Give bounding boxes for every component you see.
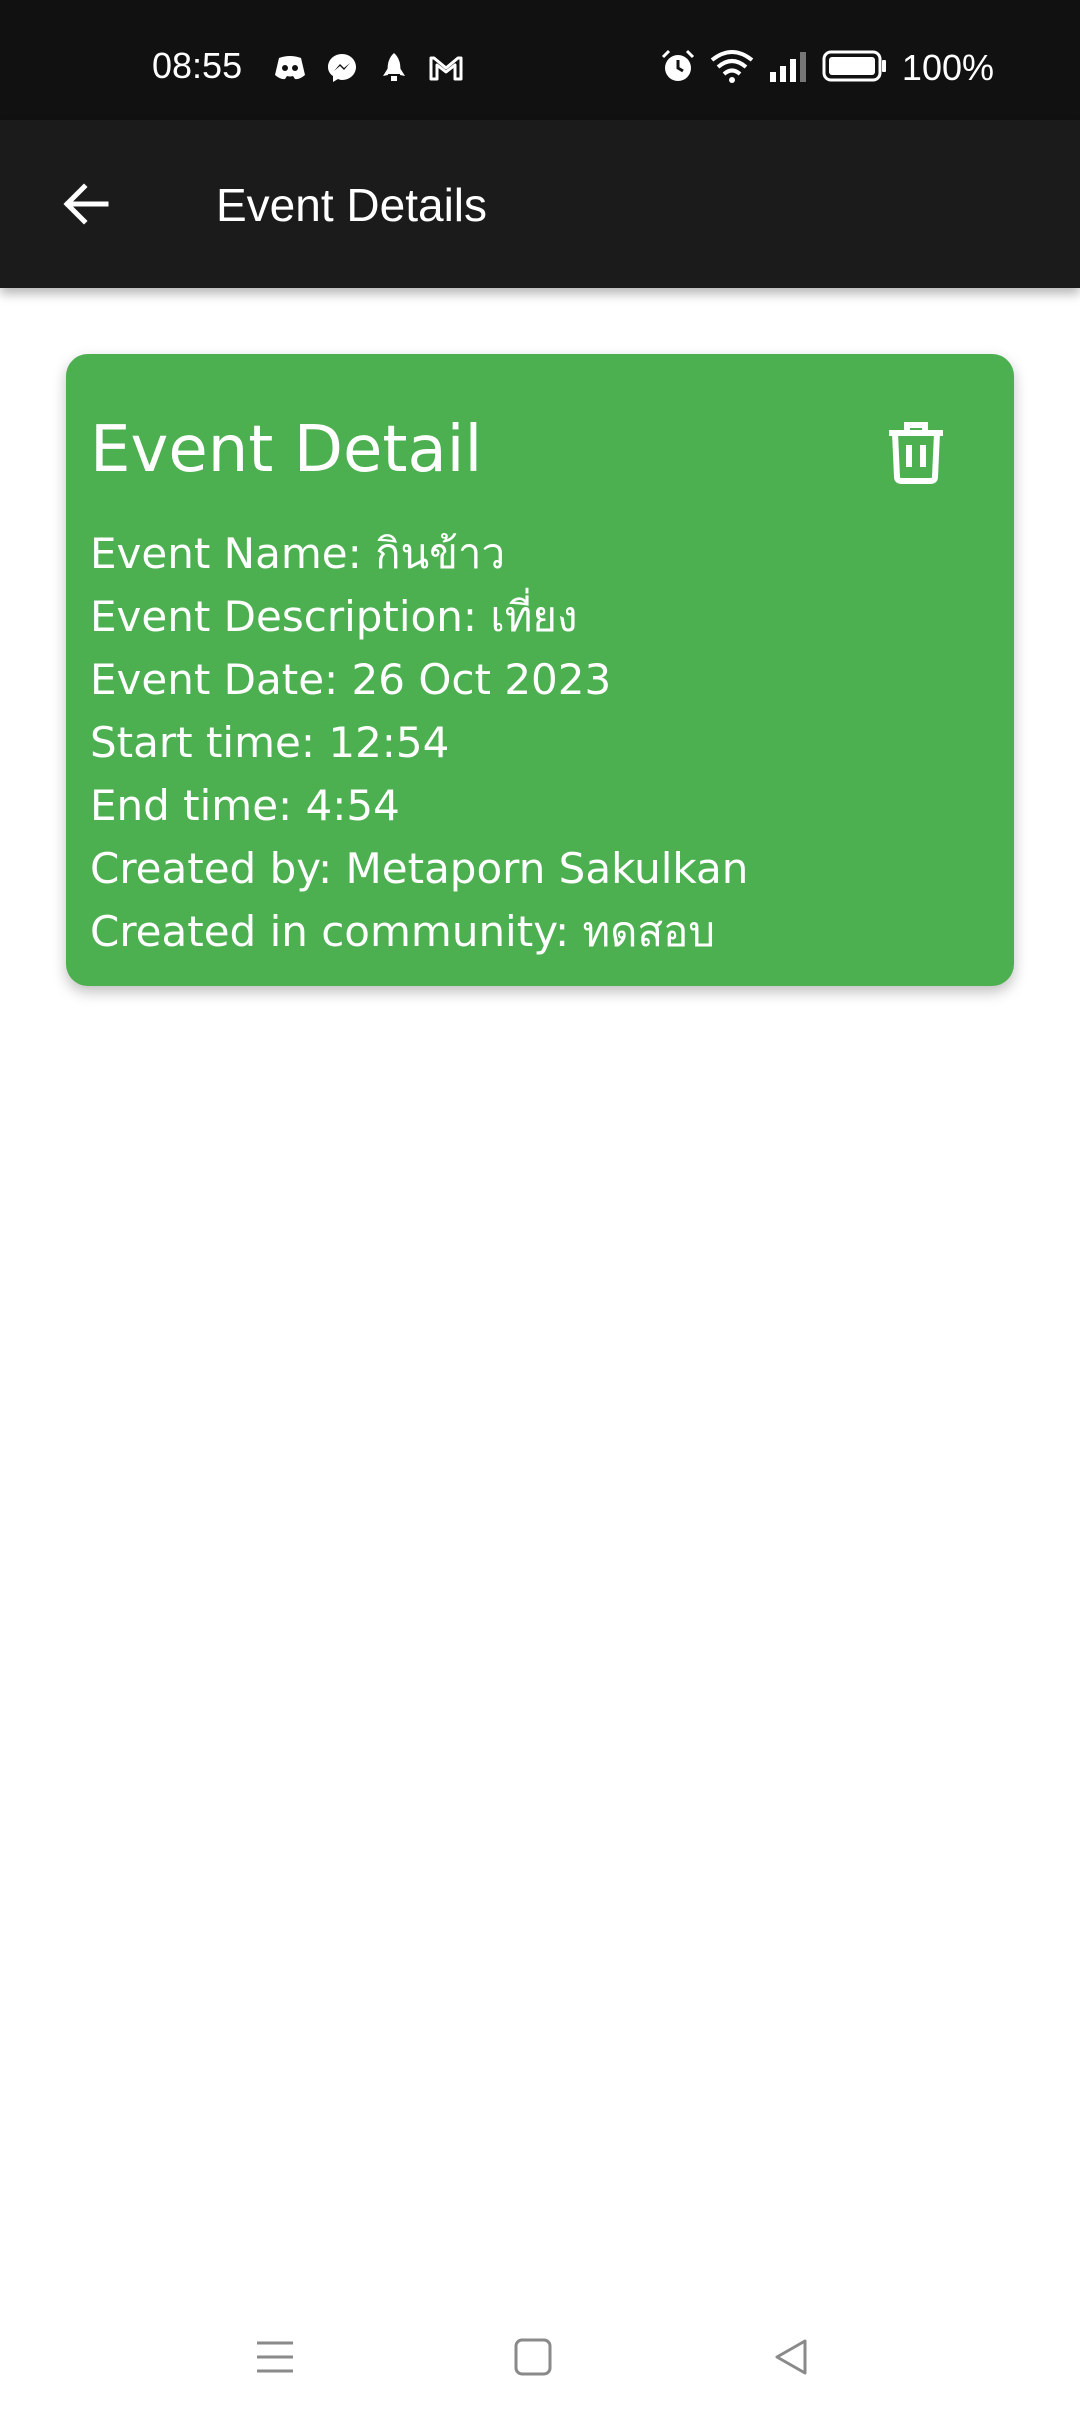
discord-icon — [272, 50, 308, 86]
end-time: End time: 4:54 — [90, 781, 400, 830]
delete-button[interactable] — [876, 412, 956, 492]
signal-icon — [768, 50, 808, 86]
system-nav-bar — [0, 2300, 1080, 2412]
page-title: Event Details — [216, 179, 488, 231]
rocket-icon — [376, 50, 412, 86]
system-back-button[interactable] — [756, 2322, 826, 2392]
card-title: Event Detail — [90, 413, 483, 487]
battery-icon — [822, 49, 888, 87]
messenger-icon — [324, 50, 360, 86]
event-name: Event Name: กินข้าว — [90, 529, 506, 578]
alarm-icon — [660, 48, 696, 88]
event-detail-list: Event Name: กินข้าว Event Description: เ… — [90, 522, 748, 963]
trash-icon — [889, 422, 943, 484]
menu-icon — [257, 2341, 293, 2373]
notification-icons — [272, 50, 464, 86]
created-by: Created by: Metaporn Sakulkan — [90, 844, 749, 893]
home-square-icon — [514, 2338, 552, 2376]
event-detail-card: Event Detail Event Name: กินข้าว Event D… — [66, 354, 1014, 986]
event-description: Event Description: เที่ยง — [90, 592, 578, 641]
system-icons: 100% — [660, 46, 994, 90]
home-button[interactable] — [498, 2322, 568, 2392]
status-time: 08:55 — [152, 45, 243, 86]
back-button[interactable] — [44, 162, 128, 246]
status-bar: 08:55 100% — [0, 0, 1080, 120]
event-date: Event Date: 26 Oct 2023 — [90, 655, 612, 704]
battery-level: 100% — [901, 47, 994, 88]
created-in-community: Created in community: ทดสอบ — [90, 907, 715, 956]
start-time: Start time: 12:54 — [90, 718, 450, 767]
wifi-icon — [710, 48, 754, 88]
back-triangle-icon — [775, 2339, 807, 2375]
arrow-back-icon — [63, 183, 109, 225]
app-bar: Event Details — [0, 120, 1080, 288]
gmail-icon — [428, 50, 464, 86]
recent-apps-button[interactable] — [240, 2322, 310, 2392]
